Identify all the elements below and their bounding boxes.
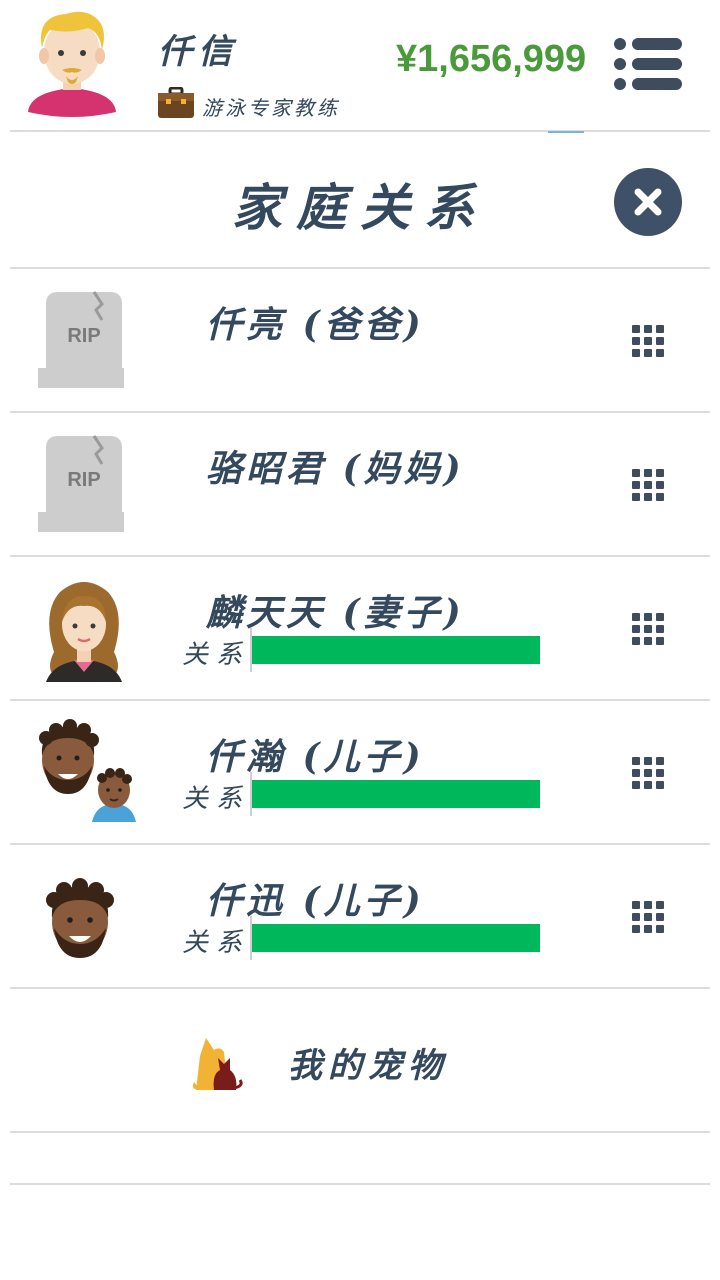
member-name: 仟亮 (爸爸) xyxy=(206,304,425,346)
son-with-child-avatar-icon xyxy=(39,719,136,822)
page-title: 家庭关系 xyxy=(232,178,488,237)
row-divider xyxy=(10,987,710,989)
my-pets-button[interactable]: 我的宠物 xyxy=(10,990,710,1132)
relationship-bar-fill xyxy=(252,636,540,664)
bottom-divider xyxy=(10,1183,710,1185)
svg-text:RIP: RIP xyxy=(67,325,100,347)
grid-dots-icon[interactable] xyxy=(630,467,666,503)
grid-dots-icon[interactable] xyxy=(630,755,666,791)
relationship-bar-fill xyxy=(252,780,540,808)
relationship-label: 关系 xyxy=(182,928,251,958)
rip-tombstone-icon: RIP xyxy=(38,435,124,532)
member-name: 麟天天 (妻子) xyxy=(206,592,465,634)
tab-indicator xyxy=(548,131,584,133)
briefcase-icon xyxy=(158,87,194,118)
pets-divider xyxy=(10,1131,710,1133)
family-row-mother[interactable]: RIP 骆昭君 (妈妈) xyxy=(10,412,710,556)
grid-dots-icon[interactable] xyxy=(630,323,666,359)
dog-cat-icon xyxy=(192,1038,243,1090)
svg-text:RIP: RIP xyxy=(67,469,100,491)
family-row-son-1[interactable]: 仟瀚 (儿子) 关系 xyxy=(10,700,710,844)
close-button[interactable] xyxy=(614,168,682,236)
player-avatar-icon[interactable] xyxy=(26,8,118,120)
relationship-bar xyxy=(250,628,540,672)
grid-dots-icon[interactable] xyxy=(630,611,666,647)
relationship-bar xyxy=(250,916,540,960)
rip-tombstone-icon: RIP xyxy=(38,291,124,388)
pets-label: 我的宠物 xyxy=(288,1046,448,1086)
relationship-label: 关系 xyxy=(182,640,251,670)
family-row-wife[interactable]: 麟天天 (妻子) 关系 xyxy=(10,556,710,700)
header-bar: 仟信 游泳专家教练 ¥1,656,999 xyxy=(0,0,720,130)
relationship-bar-fill xyxy=(252,924,540,952)
relationship-bar xyxy=(250,772,540,816)
son-avatar-icon xyxy=(46,878,114,958)
family-row-father[interactable]: RIP 仟亮 (爸爸) xyxy=(10,268,710,412)
member-name: 仟瀚 (儿子) xyxy=(206,736,425,778)
member-name: 骆昭君 (妈妈) xyxy=(206,448,465,490)
relationship-label: 关系 xyxy=(182,784,251,814)
list-menu-icon[interactable] xyxy=(612,36,684,92)
family-row-son-2[interactable]: 仟迅 (儿子) 关系 xyxy=(10,844,710,988)
wife-avatar-icon xyxy=(46,582,122,682)
close-icon xyxy=(634,188,662,216)
job-title: 游泳专家教练 xyxy=(202,96,340,120)
family-relations-screen: 仟信 游泳专家教练 ¥1,656,999 家庭关系 RIP 仟亮 (爸爸) RI… xyxy=(0,0,720,1280)
player-name: 仟信 xyxy=(158,32,238,72)
money-balance: ¥1,656,999 xyxy=(396,38,587,80)
header-divider xyxy=(10,130,710,132)
member-name: 仟迅 (儿子) xyxy=(206,880,425,922)
grid-dots-icon[interactable] xyxy=(630,899,666,935)
